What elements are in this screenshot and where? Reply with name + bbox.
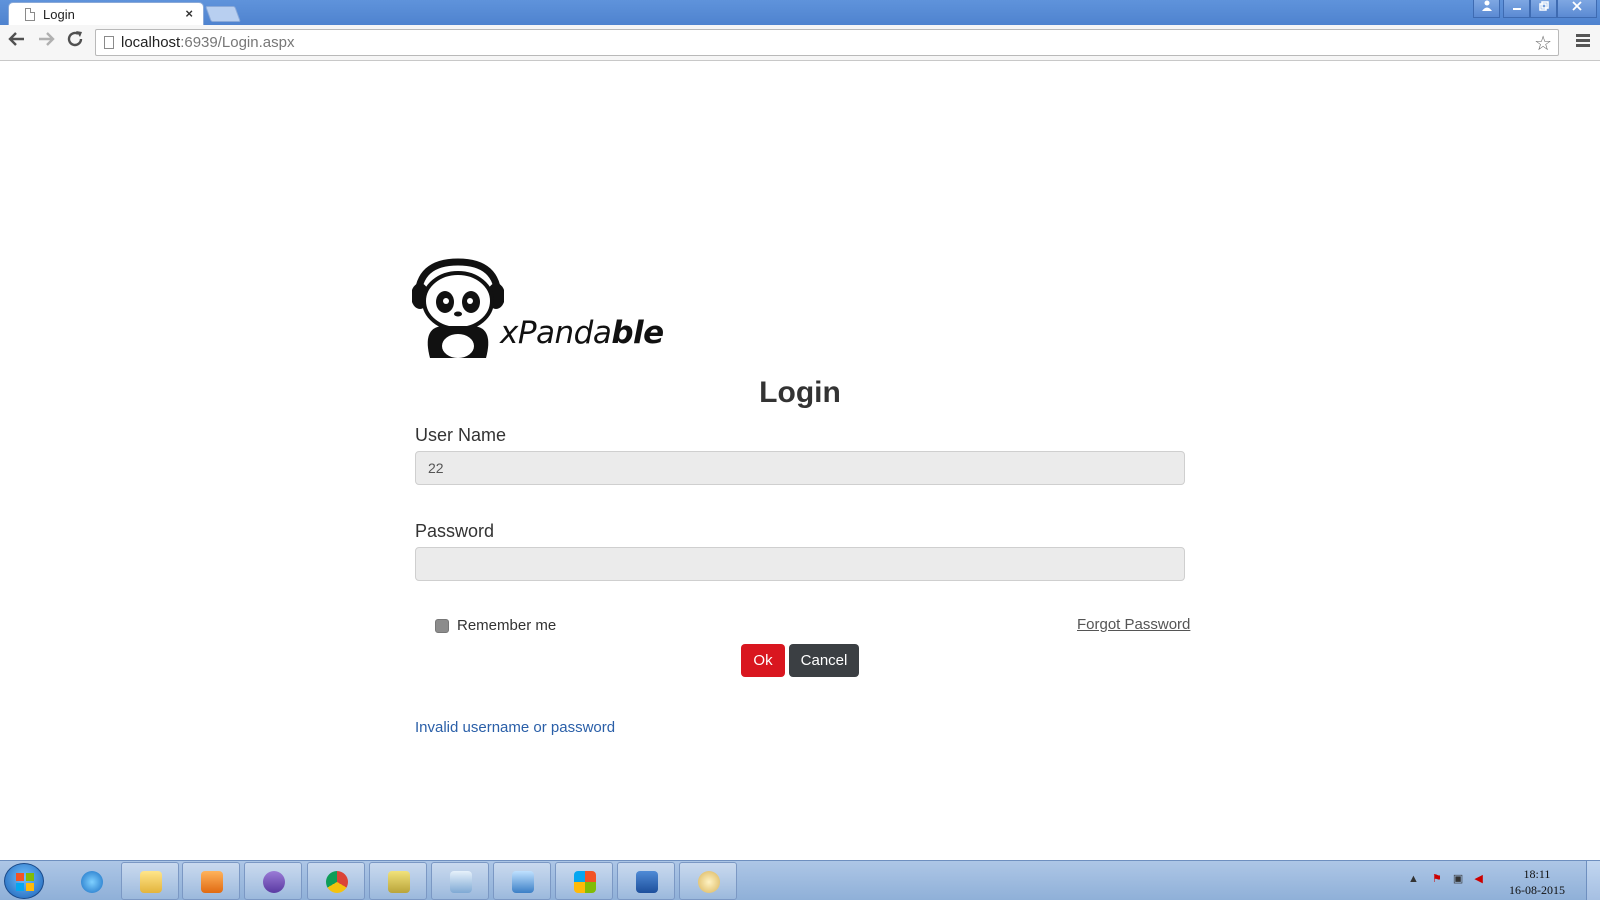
taskbar-word[interactable] [617,862,675,900]
back-button[interactable] [5,30,29,54]
ok-button[interactable]: Ok [741,644,785,677]
security-shield-icon [574,871,596,893]
browser-toolbar: localhost:6939/Login.aspx ☆ [0,25,1600,61]
remember-me-checkbox[interactable] [435,618,449,633]
clock-date: 16-08-2015 [1509,883,1565,897]
minimize-button[interactable] [1503,0,1530,18]
panda-logo-icon [411,258,505,358]
page-title: Login [759,376,841,409]
tab-title: Login [43,7,75,22]
show-desktop-button[interactable] [1586,861,1600,900]
forward-button[interactable] [34,30,58,54]
taskbar-chrome[interactable] [307,862,365,900]
page-icon [25,8,35,21]
internet-explorer-icon [81,871,103,893]
tray-expand-icon[interactable]: ▲ [1408,873,1419,885]
reload-button[interactable] [63,30,87,54]
start-button[interactable] [4,863,44,899]
user-profile-button[interactable] [1473,0,1500,18]
browser-titlebar: Login × [0,0,1600,25]
username-input[interactable] [415,451,1185,485]
forgot-password-link[interactable]: Forgot Password [1077,616,1190,633]
chrome-menu-icon[interactable] [1576,34,1590,49]
remember-me[interactable]: Remember me [435,617,556,635]
error-message: Invalid username or password [415,719,616,736]
taskbar-control-panel[interactable] [493,862,551,900]
new-tab-button[interactable] [205,6,241,22]
action-center-icon[interactable]: ⚑ [1432,873,1442,885]
brand-name-light: xPanda [500,315,612,351]
password-label: Password [415,521,495,541]
brand-name-bold: ble [611,315,664,351]
taskbar-paint[interactable] [679,862,737,900]
window-close-button[interactable] [1557,0,1597,18]
taskbar-security-center[interactable] [555,862,613,900]
address-bar[interactable]: localhost:6939/Login.aspx ☆ [95,29,1559,56]
taskbar-visual-studio[interactable] [244,862,302,900]
url-text[interactable]: localhost:6939/Login.aspx [121,34,294,51]
taskbar-file-explorer[interactable] [121,862,179,900]
paint-palette-icon [698,871,720,893]
user-icon [1481,0,1492,11]
taskbar-notepad[interactable] [431,862,489,900]
username-label: User Name [415,425,507,445]
media-player-icon [201,871,223,893]
forward-arrow-icon [39,32,55,46]
clock-time: 18:11 [1523,867,1551,881]
taskbar-media-player[interactable] [182,862,240,900]
cancel-button[interactable]: Cancel [789,644,859,677]
back-arrow-icon [8,32,24,46]
control-panel-icon [512,871,534,893]
remember-me-label: Remember me [457,617,557,635]
folder-icon [140,871,162,893]
restore-button[interactable] [1530,0,1557,18]
page-icon [104,36,114,49]
xpandable-logo: xPandable [411,258,664,358]
url-path: :6939/Login.aspx [180,34,295,51]
password-input[interactable] [415,547,1185,581]
windows-logo-icon [16,873,34,891]
chrome-icon [326,871,348,893]
bookmark-star-icon[interactable]: ☆ [1534,31,1552,56]
taskbar-snipping-tool[interactable] [369,862,427,900]
reload-icon [67,31,83,47]
minimize-icon [1512,8,1521,10]
browser-tab[interactable]: Login × [8,2,204,25]
close-icon [1572,1,1582,11]
word-icon [636,871,658,893]
notepad-icon [450,871,472,893]
taskbar-internet-explorer[interactable] [62,862,120,900]
url-host: localhost [121,34,181,51]
windows-taskbar: ▲ ⚑ ▣ ◀ 18:11 16-08-2015 [0,860,1600,900]
snipping-tool-icon [388,871,410,893]
system-clock[interactable]: 18:11 16-08-2015 [1502,866,1572,898]
system-tray: ▲ ⚑ ▣ ◀ [1408,872,1483,885]
volume-icon[interactable]: ◀ [1474,873,1482,885]
brand-name: xPandable [500,315,664,351]
tab-close-icon[interactable]: × [185,6,193,21]
restore-icon [1538,1,1549,11]
visual-studio-icon [263,871,285,893]
network-icon[interactable]: ▣ [1453,873,1463,885]
